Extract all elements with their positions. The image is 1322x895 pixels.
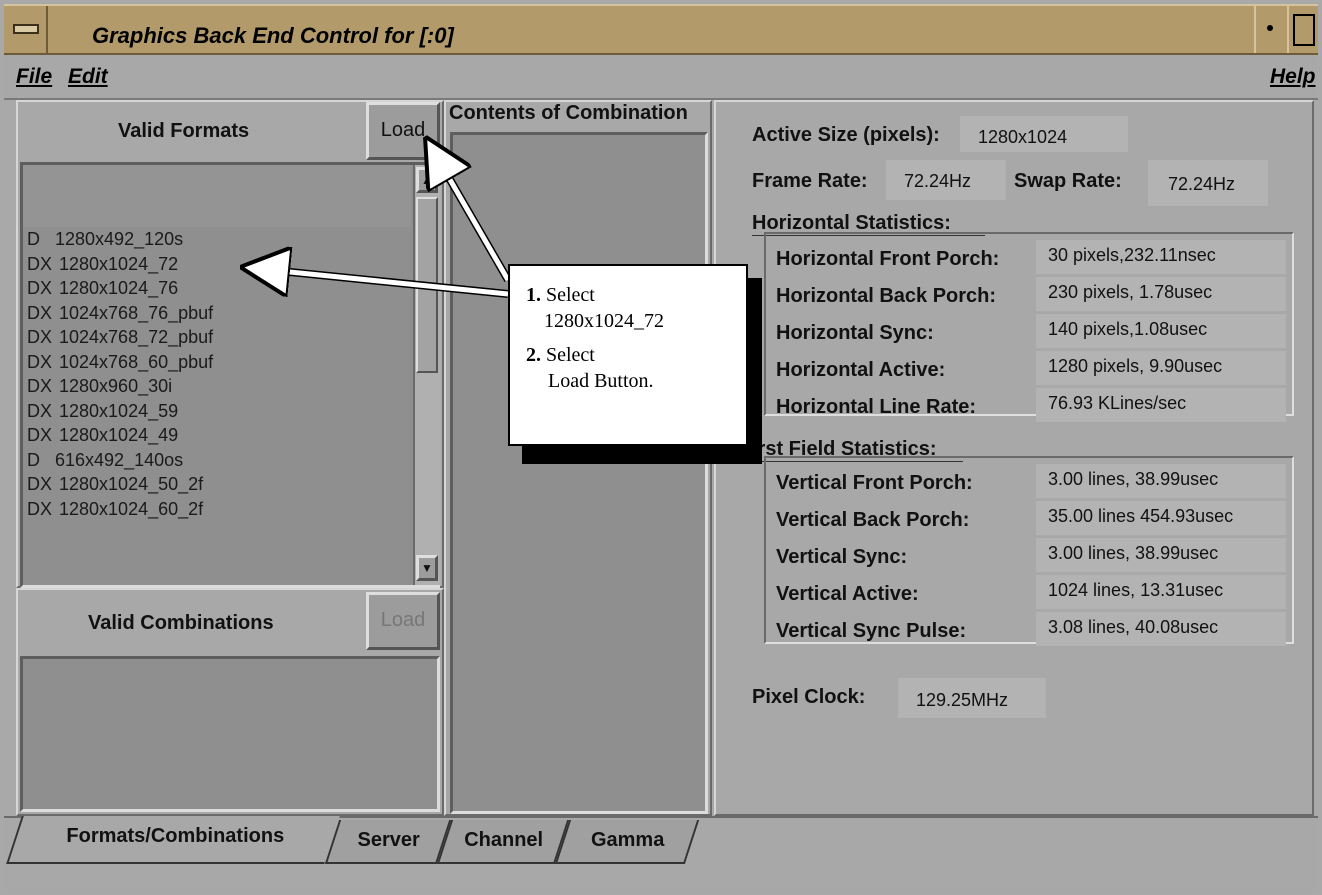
tab-server[interactable]: Server xyxy=(324,820,452,864)
callout-step2-num: 2. xyxy=(526,344,541,366)
callout-step1: 1. Select xyxy=(526,284,595,307)
tab-gamma[interactable]: Gamma xyxy=(554,820,700,864)
callout-step1-text: Select xyxy=(546,284,595,306)
tab-formats-combinations[interactable]: Formats/Combinations xyxy=(6,816,340,864)
callout-step2-text: Select xyxy=(546,344,595,366)
tab-gamma-label: Gamma xyxy=(590,829,665,851)
tab-channel[interactable]: Channel xyxy=(436,820,570,864)
tab-server-label: Server xyxy=(357,829,420,851)
tab-formats-combinations-label: Formats/Combinations xyxy=(66,825,285,847)
callout-step1-value: 1280x1024_72 xyxy=(544,310,664,332)
callout-step1-num: 1. xyxy=(526,284,541,306)
callout-step2-value: Load Button. xyxy=(548,370,654,392)
tab-channel-label: Channel xyxy=(464,829,544,851)
callout-box: 1. Select 1280x1024_72 2. Select Load Bu… xyxy=(508,264,748,446)
callout-step2: 2. Select xyxy=(526,344,595,367)
app-window: Graphics Back End Control for [:0] File … xyxy=(0,0,1322,895)
